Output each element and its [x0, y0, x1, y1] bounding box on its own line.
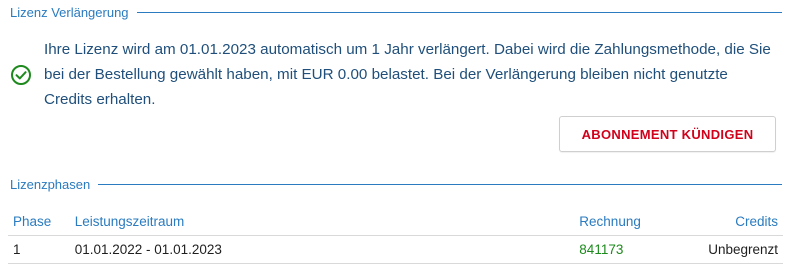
column-header-phase: Phase: [8, 208, 70, 236]
license-phases-table: Phase Leistungszeitraum Rechnung Credits…: [8, 208, 783, 264]
phases-section-title: Lizenzphasen: [10, 176, 91, 192]
renewal-section-divider: [136, 11, 782, 13]
phases-section-header: Lizenzphasen: [0, 175, 782, 193]
check-circle-icon: [10, 64, 32, 86]
renewal-message: Ihre Lizenz wird am 01.01.2023 automatis…: [44, 41, 771, 108]
renewal-notice: Ihre Lizenz wird am 01.01.2023 automatis…: [10, 37, 780, 112]
table-header-row: Phase Leistungszeitraum Rechnung Credits: [8, 208, 783, 236]
column-header-credits: Credits: [703, 208, 783, 236]
cell-phase: 1: [8, 235, 70, 264]
renewal-section-title: Lizenz Verlängerung: [10, 4, 129, 20]
cell-period: 01.01.2022 - 01.01.2023: [69, 235, 575, 264]
renewal-section-header: Lizenz Verlängerung: [0, 3, 782, 21]
table-row: 1 01.01.2022 - 01.01.2023 841173 Unbegre…: [8, 235, 783, 264]
phases-section-divider: [98, 183, 782, 185]
invoice-link[interactable]: 841173: [574, 235, 704, 264]
cancel-subscription-button[interactable]: ABONNEMENT KÜNDIGEN: [559, 116, 776, 152]
column-header-invoice: Rechnung: [574, 208, 704, 236]
cell-credits: Unbegrenzt: [703, 235, 783, 264]
column-header-period: Leistungszeitraum: [69, 208, 575, 236]
